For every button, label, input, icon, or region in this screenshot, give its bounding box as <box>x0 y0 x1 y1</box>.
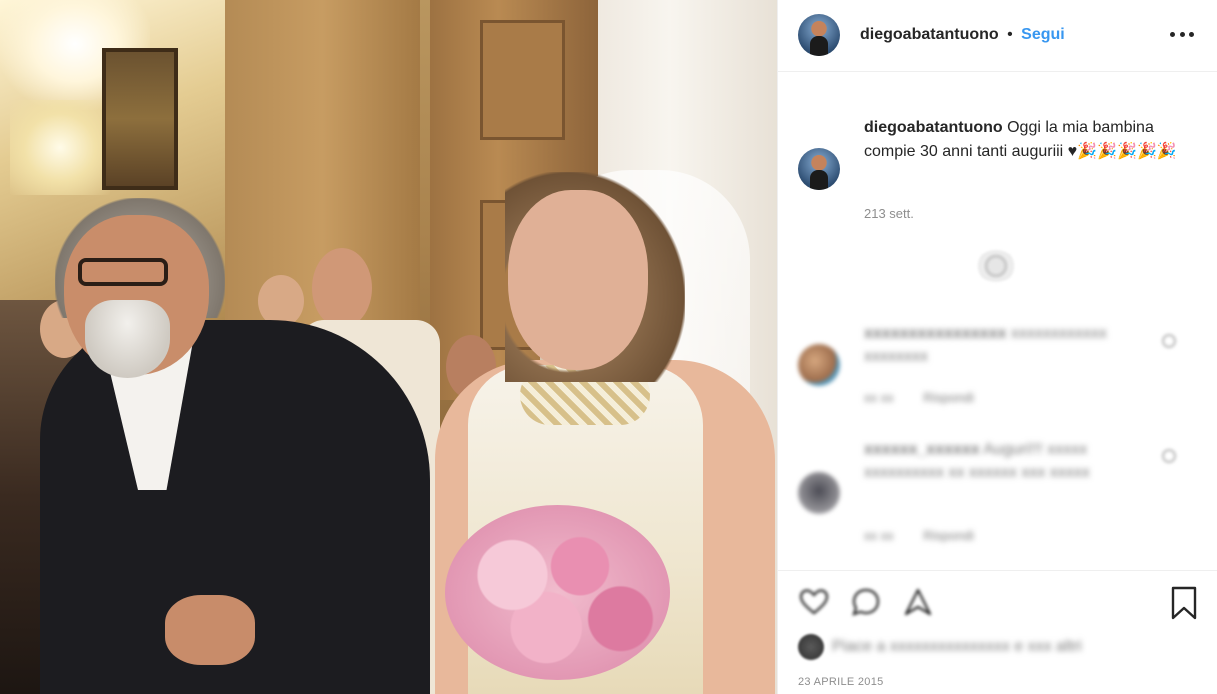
comment-meta: xx xx Rispondi <box>864 528 1000 543</box>
load-more-icon[interactable] <box>976 250 1016 282</box>
comment-item: xxxxxx_xxxxxx Auguri!!! xxxxx xxxxxxxxxx… <box>864 438 1164 484</box>
comment-like-icon[interactable] <box>1162 449 1176 463</box>
likes-text[interactable]: Piace a xxxxxxxxxxxxxxx e xxx altri <box>832 638 1172 656</box>
share-icon[interactable] <box>902 586 934 618</box>
photo-guest <box>312 248 372 328</box>
header-user-row: diegoabatantuono • Segui <box>860 26 1065 44</box>
comment-username[interactable]: xxxxxx_xxxxxx <box>864 441 980 458</box>
photo-painting <box>102 48 178 190</box>
separator-dot: • <box>1007 26 1013 43</box>
caption-author-avatar[interactable] <box>798 148 840 190</box>
actions-divider <box>778 570 1217 571</box>
heart-outline-icon[interactable] <box>798 586 830 618</box>
photo-window <box>10 100 110 195</box>
photo-man-hand <box>165 595 255 665</box>
comment-bubble-icon[interactable] <box>850 586 882 618</box>
reply-button[interactable]: Rispondi <box>923 390 974 405</box>
photo-door-panel <box>480 20 565 140</box>
liker-avatar[interactable] <box>798 634 824 660</box>
comment-avatar[interactable] <box>798 472 840 514</box>
comment-time[interactable]: xx xx <box>864 528 894 543</box>
photo-man-glasses <box>78 258 168 286</box>
comment-avatar[interactable] <box>798 344 840 386</box>
caption-time-ago[interactable]: 213 sett. <box>864 206 914 221</box>
comment-item: xxxxxxxxxxxxxxxx xxxxxxxxxxxx xxxxxxxx <box>864 322 1164 368</box>
photo-man-beard <box>85 300 170 378</box>
author-avatar[interactable] <box>798 14 840 56</box>
bookmark-icon[interactable] <box>1170 586 1198 620</box>
likes-summary[interactable]: Piace a xxxxxxxxxxxxxxx e xxx altri <box>798 634 1198 662</box>
comment-like-icon[interactable] <box>1162 334 1176 348</box>
photo-bouquet <box>445 505 670 680</box>
comment-meta: xx xx Rispondi <box>864 390 1000 405</box>
reply-button[interactable]: Rispondi <box>923 528 974 543</box>
photo-bride-face <box>508 190 648 370</box>
post-caption: diegoabatantuono Oggi la mia bambina com… <box>864 116 1184 164</box>
author-username[interactable]: diegoabatantuono <box>860 26 999 43</box>
post-side-panel: diegoabatantuono • Segui diegoabatantuon… <box>777 0 1217 694</box>
comment-username[interactable]: xxxxxxxxxxxxxxxx <box>864 325 1006 342</box>
more-options-icon[interactable] <box>1170 24 1194 44</box>
caption-username[interactable]: diegoabatantuono <box>864 119 1003 136</box>
comment-time[interactable]: xx xx <box>864 390 894 405</box>
post-header: diegoabatantuono • Segui <box>778 0 1217 72</box>
post-photo[interactable] <box>0 0 777 694</box>
post-date[interactable]: 23 APRILE 2015 <box>798 676 884 688</box>
follow-button[interactable]: Segui <box>1021 26 1065 43</box>
